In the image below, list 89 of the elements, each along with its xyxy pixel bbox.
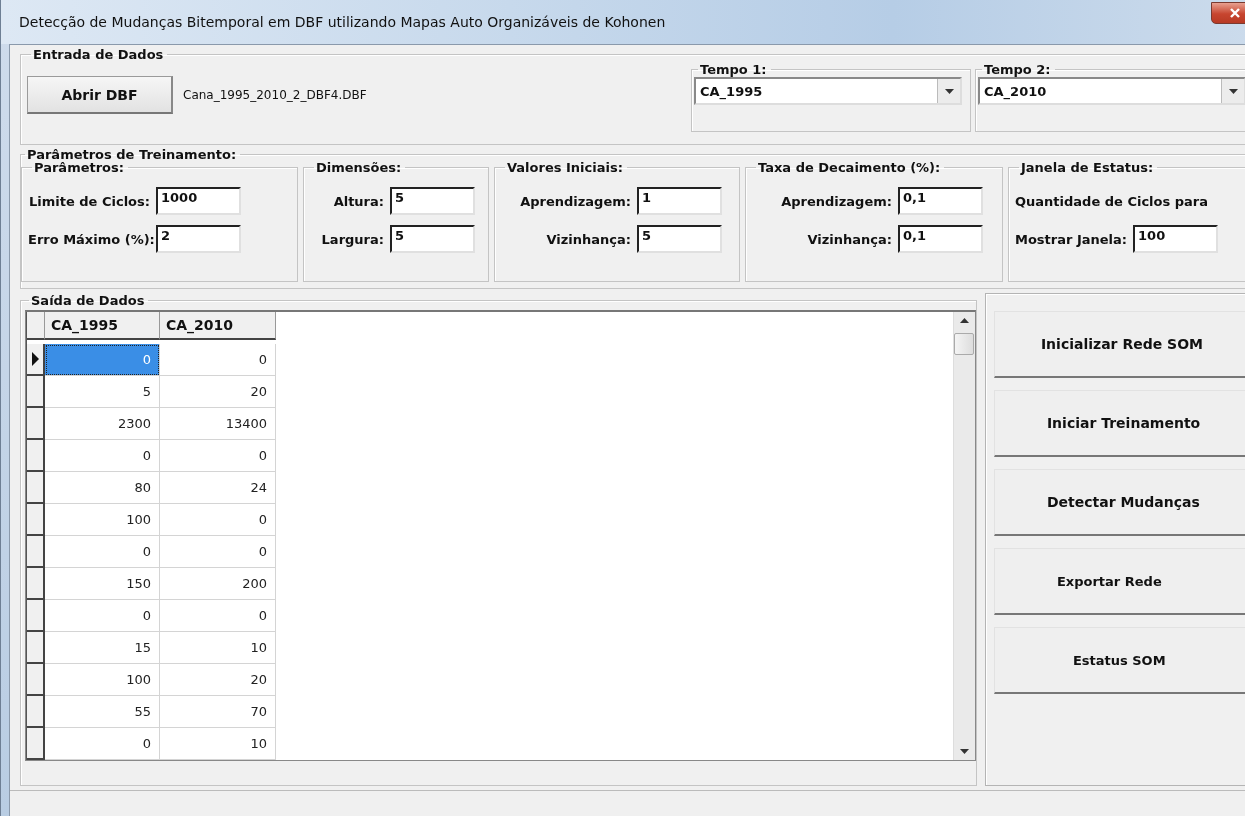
group-title: Janela de Estatus: bbox=[1019, 160, 1155, 175]
number-field[interactable]: 0,1 bbox=[898, 187, 983, 215]
field-label: Limite de Ciclos: bbox=[28, 193, 150, 209]
number-field[interactable]: 0,1 bbox=[898, 225, 983, 253]
row-header[interactable] bbox=[27, 568, 45, 600]
field-label: Mostrar Janela: bbox=[1015, 231, 1128, 247]
scrollbar-thumb[interactable] bbox=[954, 333, 975, 355]
field-label: Vizinhança: bbox=[545, 231, 631, 247]
action-button[interactable]: Estatus SOM bbox=[993, 627, 1245, 694]
table-cell: 0 bbox=[45, 600, 160, 632]
column-dropdown[interactable]: CA_2010 bbox=[978, 77, 1245, 105]
field-label: Vizinhança: bbox=[806, 231, 892, 247]
action-button[interactable]: Iniciar Treinamento bbox=[993, 390, 1245, 457]
row-pointer-icon bbox=[31, 352, 39, 366]
table-cell: 0 bbox=[160, 536, 276, 568]
description-text: Quantidade de Ciclos para bbox=[1015, 193, 1208, 209]
number-field[interactable]: 1000 bbox=[156, 187, 241, 215]
table-cell: 2300 bbox=[45, 408, 160, 440]
table-cell: 0 bbox=[160, 504, 276, 536]
table-cell: 5 bbox=[45, 376, 160, 408]
table-cell: 100 bbox=[45, 504, 160, 536]
window-title: Detecção de Mudanças Bitemporal em DBF utilizando Mapas Auto Organizáveis de Kohonen bbox=[19, 14, 666, 30]
table-cell: 15 bbox=[45, 632, 160, 664]
field-label: Altura: bbox=[332, 193, 384, 209]
scroll-up-icon[interactable] bbox=[959, 318, 969, 323]
dropdown-arrow-icon[interactable] bbox=[1228, 88, 1238, 94]
row-header[interactable] bbox=[27, 632, 45, 664]
number-field[interactable]: 5 bbox=[390, 187, 475, 215]
group-title: Valores Iniciais: bbox=[506, 160, 624, 175]
number-field[interactable]: 100 bbox=[1133, 225, 1219, 253]
group-title: Dimensões: bbox=[315, 160, 403, 175]
field-label: Largura: bbox=[320, 231, 384, 247]
table-cell: 70 bbox=[160, 696, 276, 728]
scroll-down-icon[interactable] bbox=[959, 749, 969, 754]
group-title: Tempo 1: bbox=[699, 62, 768, 77]
table-cell: 0 bbox=[160, 344, 276, 376]
field-label: Aprendizagem: bbox=[780, 193, 892, 209]
number-field[interactable]: 1 bbox=[637, 187, 722, 215]
row-header[interactable] bbox=[27, 408, 45, 440]
table-cell: 0 bbox=[45, 536, 160, 568]
row-header[interactable] bbox=[27, 600, 45, 632]
column-header[interactable]: CA_1995 bbox=[45, 312, 160, 340]
close-button[interactable] bbox=[1211, 2, 1245, 24]
group-title: Taxa de Decaimento (%): bbox=[757, 160, 942, 175]
row-header[interactable] bbox=[27, 376, 45, 408]
number-field[interactable]: 5 bbox=[390, 225, 475, 253]
action-button[interactable]: Exportar Rede bbox=[993, 548, 1245, 615]
row-header[interactable] bbox=[27, 664, 45, 696]
row-header[interactable] bbox=[27, 728, 45, 760]
column-header[interactable]: CA_2010 bbox=[160, 312, 276, 340]
open-file-button[interactable]: Abrir DBF bbox=[27, 76, 173, 114]
table-cell: 0 bbox=[45, 728, 160, 760]
close-icon bbox=[1230, 8, 1240, 18]
row-header[interactable] bbox=[27, 504, 45, 536]
section-title: Entrada de Dados bbox=[32, 47, 165, 62]
row-header[interactable] bbox=[27, 344, 45, 376]
corner-cell bbox=[27, 312, 45, 340]
table-cell: 20 bbox=[160, 664, 276, 696]
number-field[interactable]: 5 bbox=[637, 225, 722, 253]
action-button[interactable]: Inicializar Rede SOM bbox=[993, 311, 1245, 378]
table-cell: 10 bbox=[160, 632, 276, 664]
table-cell: 200 bbox=[160, 568, 276, 600]
row-header[interactable] bbox=[27, 440, 45, 472]
vertical-scrollbar[interactable] bbox=[952, 312, 975, 760]
group-title: Parâmetros: bbox=[33, 160, 125, 175]
table-cell: 0 bbox=[160, 440, 276, 472]
table-cell: 20 bbox=[160, 376, 276, 408]
table-cell: 10 bbox=[160, 728, 276, 760]
table-cell: 24 bbox=[160, 472, 276, 504]
table-cell: 13400 bbox=[160, 408, 276, 440]
table-cell: 100 bbox=[45, 664, 160, 696]
section-title: Parâmetros de Treinamento: bbox=[26, 147, 238, 162]
row-header[interactable] bbox=[27, 472, 45, 504]
column-dropdown[interactable]: CA_1995 bbox=[694, 77, 962, 105]
table-cell: 55 bbox=[45, 696, 160, 728]
table-cell: 0 bbox=[45, 440, 160, 472]
row-header[interactable] bbox=[27, 536, 45, 568]
table-cell: 0 bbox=[160, 600, 276, 632]
section-title: Saída de Dados bbox=[30, 293, 146, 308]
group-title: Tempo 2: bbox=[983, 62, 1052, 77]
field-label: Aprendizagem: bbox=[519, 193, 631, 209]
table-cell: 0 bbox=[45, 344, 160, 376]
action-button[interactable]: Detectar Mudanças bbox=[993, 469, 1245, 536]
number-field[interactable]: 2 bbox=[156, 225, 241, 253]
table-cell: 80 bbox=[45, 472, 160, 504]
dropdown-arrow-icon[interactable] bbox=[944, 88, 954, 94]
row-header[interactable] bbox=[27, 696, 45, 728]
file-name: Cana_1995_2010_2_DBF4.DBF bbox=[183, 88, 367, 102]
table-cell: 150 bbox=[45, 568, 160, 600]
